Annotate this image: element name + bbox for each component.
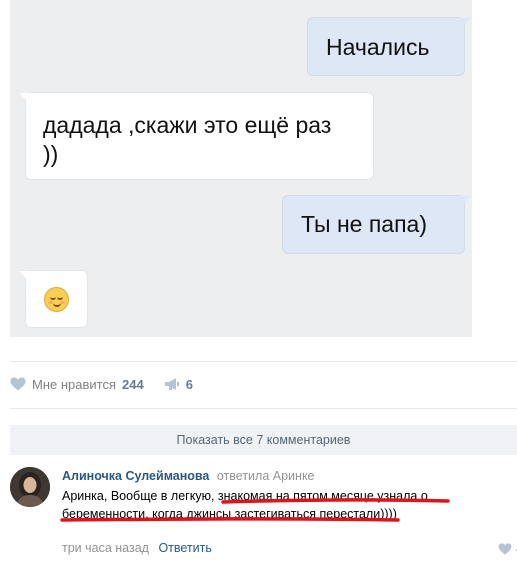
message-bubble-in	[19, 270, 88, 328]
message-bubble-in: дадада ,скажи это ещё раз ))	[19, 92, 374, 180]
message-text: Ты не папа)	[301, 211, 427, 237]
bubble-tail	[19, 93, 31, 105]
red-underline-annotation	[60, 498, 450, 522]
message-text: Начались	[326, 34, 430, 60]
message-text: дадада ,скажи это ещё раз	[43, 112, 332, 138]
comment-time[interactable]: три часа назад	[62, 541, 149, 555]
heart-icon	[498, 543, 512, 555]
reply-button[interactable]: Ответить	[158, 541, 211, 555]
like-button[interactable]: Мне нравится 244	[10, 377, 144, 392]
share-button[interactable]: 6	[164, 377, 193, 392]
show-all-comments-button[interactable]: Показать все 7 комментариев	[10, 425, 517, 455]
relieved-face-emoji	[44, 287, 69, 312]
like-label: Мне нравится	[32, 376, 117, 392]
comment-like-button[interactable]: 4	[498, 542, 517, 556]
like-count: 244	[122, 376, 144, 392]
bubble-tail	[459, 18, 471, 30]
message-bubble-out: Начались	[307, 17, 471, 76]
share-count: 6	[185, 376, 193, 392]
post-actions: Мне нравится 244 6	[10, 372, 193, 396]
bubble-tail	[459, 196, 471, 208]
heart-icon	[10, 377, 26, 391]
message-text: ))	[43, 141, 59, 167]
comment-meta: три часа назад Ответить	[62, 541, 212, 555]
divider	[10, 408, 517, 409]
message-bubble-out: Ты не папа)	[282, 195, 471, 254]
chat-screenshot: Начались дадада ,скажи это ещё раз )) Ты…	[10, 0, 472, 337]
megaphone-icon	[164, 378, 179, 390]
divider	[10, 361, 517, 362]
bubble-tail	[19, 271, 31, 283]
